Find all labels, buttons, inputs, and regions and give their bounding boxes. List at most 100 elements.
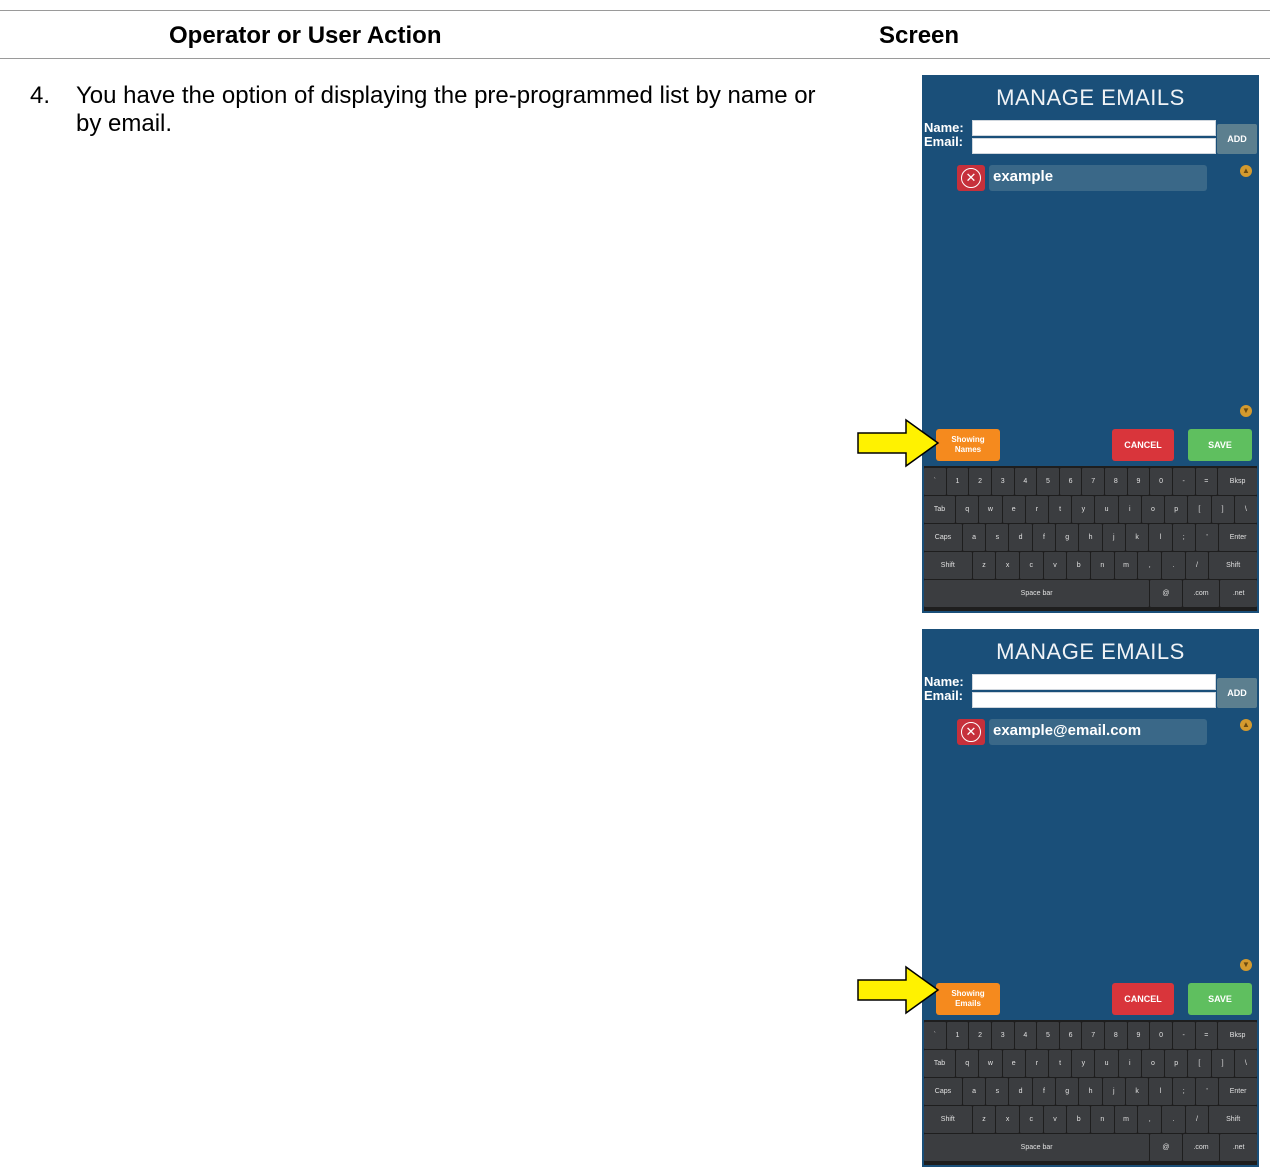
key[interactable]: ` [924,1022,946,1049]
key[interactable]: 0 [1150,1022,1172,1049]
name-input[interactable] [972,674,1216,690]
key[interactable]: d [1009,1078,1032,1105]
key[interactable]: j [1102,524,1125,551]
key[interactable]: f [1032,1078,1056,1105]
key[interactable]: u [1095,1050,1118,1077]
key[interactable]: c [1019,1106,1043,1133]
key[interactable]: @ [1150,1134,1182,1161]
add-button[interactable]: ADD [1217,124,1257,154]
key[interactable]: x [996,1106,1019,1133]
showing-toggle-button[interactable]: Showing Emails [936,983,1000,1015]
key[interactable]: h [1079,524,1102,551]
key[interactable]: w [979,496,1002,523]
key[interactable]: y [1072,496,1095,523]
key[interactable]: s [986,524,1009,551]
key[interactable]: . [1162,1106,1185,1133]
key[interactable]: ' [1195,1078,1219,1105]
key[interactable]: v [1043,1106,1067,1133]
key[interactable]: m [1114,552,1138,579]
key[interactable]: 4 [1014,468,1037,495]
key[interactable]: m [1114,1106,1138,1133]
key[interactable]: y [1072,1050,1095,1077]
key[interactable]: d [1009,524,1032,551]
key[interactable]: a [962,524,986,551]
key[interactable]: @ [1150,580,1182,607]
key[interactable]: [ [1188,1050,1211,1077]
key[interactable]: 9 [1127,1022,1150,1049]
key[interactable]: .com [1182,1134,1220,1161]
delete-button[interactable]: ✕ [957,719,985,745]
key[interactable]: k [1125,524,1149,551]
key[interactable]: t [1048,496,1072,523]
key[interactable]: ' [1195,524,1219,551]
key[interactable]: ; [1172,524,1195,551]
key[interactable]: q [956,1050,979,1077]
key[interactable]: ` [924,468,946,495]
key[interactable]: c [1019,552,1043,579]
key[interactable]: Space bar [924,580,1150,607]
key[interactable]: u [1095,496,1118,523]
save-button[interactable]: SAVE [1188,983,1252,1015]
scroll-up-icon[interactable]: ▲ [1240,719,1252,731]
key[interactable]: j [1102,1078,1125,1105]
key[interactable]: 8 [1105,468,1127,495]
cancel-button[interactable]: CANCEL [1112,983,1174,1015]
key[interactable]: [ [1188,496,1211,523]
key[interactable]: Space bar [924,1134,1150,1161]
key[interactable]: h [1079,1078,1102,1105]
key[interactable]: - [1172,468,1195,495]
add-button[interactable]: ADD [1217,678,1257,708]
save-button[interactable]: SAVE [1188,429,1252,461]
key[interactable]: - [1172,1022,1195,1049]
key[interactable]: Shift [924,1106,972,1133]
showing-toggle-button[interactable]: Showing Names [936,429,1000,461]
key[interactable]: Shift [1209,552,1257,579]
key[interactable]: Shift [924,552,972,579]
key[interactable]: Shift [1209,1106,1257,1133]
key[interactable]: n [1090,1106,1114,1133]
list-item[interactable]: ✕ example@email.com [957,719,1207,745]
key[interactable]: 7 [1082,1022,1104,1049]
key[interactable]: n [1090,552,1114,579]
key[interactable]: \ [1234,1050,1257,1077]
key[interactable]: Caps [924,1078,962,1105]
key[interactable]: Tab [924,496,956,523]
key[interactable]: l [1149,1078,1172,1105]
key[interactable]: Caps [924,524,962,551]
key[interactable]: t [1048,1050,1072,1077]
key[interactable]: 0 [1150,468,1172,495]
key[interactable]: v [1043,552,1067,579]
key[interactable]: i [1118,1050,1141,1077]
key[interactable]: 2 [969,468,991,495]
key[interactable]: = [1195,468,1218,495]
key[interactable]: s [986,1078,1009,1105]
key[interactable]: 1 [946,1022,969,1049]
key[interactable]: i [1118,496,1141,523]
key[interactable]: , [1138,1106,1161,1133]
email-input[interactable] [972,138,1216,154]
key[interactable]: Enter [1219,524,1258,551]
key[interactable]: b [1067,552,1090,579]
key[interactable]: 7 [1082,468,1104,495]
list-item[interactable]: ✕ example [957,165,1207,191]
key[interactable]: b [1067,1106,1090,1133]
key[interactable]: 5 [1037,468,1059,495]
key[interactable]: o [1141,496,1165,523]
key[interactable]: , [1138,552,1161,579]
key[interactable]: Bksp [1218,1022,1258,1049]
scroll-up-icon[interactable]: ▲ [1240,165,1252,177]
key[interactable]: k [1125,1078,1149,1105]
key[interactable]: 8 [1105,1022,1127,1049]
delete-button[interactable]: ✕ [957,165,985,191]
name-input[interactable] [972,120,1216,136]
key[interactable]: r [1025,1050,1048,1077]
scroll-down-icon[interactable]: ▼ [1240,959,1252,971]
key[interactable]: 6 [1059,468,1082,495]
key[interactable]: a [962,1078,986,1105]
cancel-button[interactable]: CANCEL [1112,429,1174,461]
key[interactable]: .net [1220,580,1257,607]
key[interactable]: 4 [1014,1022,1037,1049]
key[interactable]: f [1032,524,1056,551]
key[interactable]: z [972,1106,996,1133]
key[interactable]: 6 [1059,1022,1082,1049]
